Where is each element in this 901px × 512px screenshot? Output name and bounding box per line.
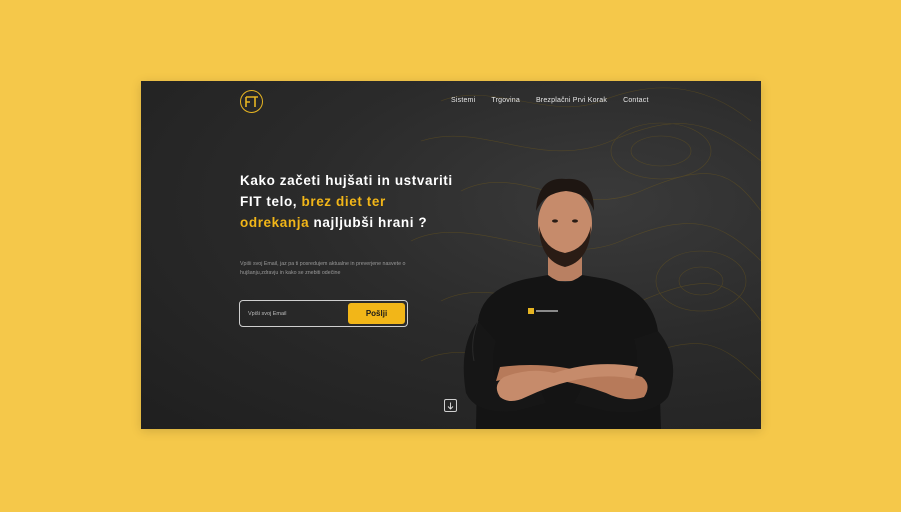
- brand-logo[interactable]: [240, 90, 263, 113]
- nav-item-brezplacni-prvi-korak[interactable]: Brezplačni Prvi Korak: [536, 97, 607, 104]
- hero-panel: Sistemi Trgovina Brezplačni Prvi Korak C…: [141, 81, 761, 429]
- submit-button[interactable]: Pošlji: [348, 303, 405, 324]
- ft-monogram-icon: [244, 95, 258, 107]
- email-input[interactable]: [248, 310, 348, 317]
- email-signup-form: Pošlji: [239, 300, 408, 327]
- hero-subtext: Vpiši svoj Email, jaz pa ti posredujem a…: [240, 261, 406, 276]
- nav-item-contact[interactable]: Contact: [623, 97, 649, 104]
- main-nav: Sistemi Trgovina Brezplačni Prvi Korak C…: [451, 97, 649, 104]
- hero-headline: Kako začeti hujšati in ustvariti FIT tel…: [240, 170, 455, 233]
- trainer-photo: [463, 178, 674, 429]
- headline-text-end: najljubši hrani ?: [309, 215, 428, 230]
- arrow-down-icon: [447, 402, 454, 410]
- nav-item-trgovina[interactable]: Trgovina: [491, 97, 520, 104]
- nav-item-sistemi[interactable]: Sistemi: [451, 97, 475, 104]
